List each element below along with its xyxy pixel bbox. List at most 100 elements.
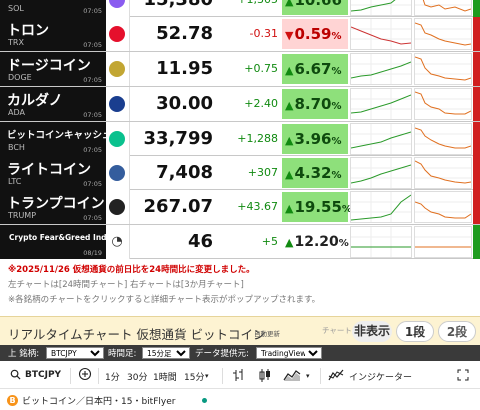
coin-name-cell: トロン TRX 07:05	[0, 17, 106, 51]
cardano-icon	[109, 96, 125, 112]
indicators-button[interactable]: インジケーター	[349, 370, 412, 383]
coin-symbol: BCH	[8, 143, 25, 152]
two-row-button[interactable]: 2段	[438, 321, 476, 342]
coin-name: ライトコイン	[7, 162, 91, 178]
percent-value: 3.96	[294, 130, 332, 148]
symbol-select[interactable]: BTCJPY	[46, 347, 104, 359]
crypto-row: SOL 07:05 15,380 +1,305 ▲10.66	[0, 0, 480, 17]
note-popup-hint: ※各銘柄のチャートをクリックすると詳細チャート表示がポップアップされます。	[8, 295, 321, 305]
interval-30m[interactable]: 30分	[127, 370, 147, 383]
coin-change-percent: ▼0.59%	[282, 19, 348, 49]
coin-change-percent: ▲12.20%	[282, 227, 349, 257]
trend-arrow-icon: ▲	[285, 134, 294, 147]
interval-1m[interactable]: 1分	[105, 370, 120, 383]
coin-price: 15,380	[131, 0, 213, 17]
bar-style-icon[interactable]	[232, 368, 245, 386]
coin-change: +2.40	[244, 97, 278, 110]
update-time: 07:05	[83, 7, 102, 15]
chart-3m[interactable]	[414, 0, 472, 16]
update-time: 07:05	[83, 146, 102, 154]
indicators-icon[interactable]	[328, 368, 344, 385]
dogecoin-icon	[109, 61, 125, 77]
coin-icon-cell	[106, 87, 130, 121]
chart-24h[interactable]	[350, 88, 412, 120]
chart-24h[interactable]	[350, 0, 412, 16]
coin-price: 30.00	[156, 93, 213, 114]
trend-strip	[473, 52, 480, 86]
coin-symbol: TRUMP	[8, 211, 37, 220]
one-row-button[interactable]: 1段	[396, 321, 434, 342]
chart-controls-bar: 上 銘柄: BTCJPY 時間足: 15分足 データ提供元: TradingVi…	[0, 345, 480, 361]
coin-symbol: TRX	[8, 38, 24, 47]
legend-text: ビットコイン／日本円・15・bitFlyer	[22, 397, 176, 407]
percent-sign: %	[331, 170, 342, 181]
chart-3m[interactable]	[414, 88, 472, 120]
coin-change: +43.67	[237, 200, 278, 213]
update-time: 07:05	[83, 214, 102, 222]
bitcoin-icon: B	[7, 395, 18, 406]
note-chart-legend: 左チャートは[24時間チャート] 右チャートは[3か月チャート]	[8, 280, 244, 290]
percent-value: 4.32	[294, 164, 332, 182]
coin-icon-cell	[106, 156, 130, 190]
candlestick-icon[interactable]	[258, 368, 272, 386]
trend-strip	[473, 87, 480, 121]
trend-arrow-icon: ▲	[285, 236, 294, 249]
coin-icon-cell	[106, 17, 130, 51]
coin-name: カルダノ	[7, 93, 63, 109]
chart-3m[interactable]	[414, 53, 472, 85]
toolbar-symbol[interactable]: BTCJPY	[25, 370, 61, 380]
add-symbol-icon[interactable]	[78, 367, 92, 384]
chart-24h[interactable]	[350, 53, 412, 85]
trend-arrow-icon: ▼	[285, 29, 294, 42]
coin-change-percent: ▲8.70%	[282, 89, 348, 119]
trend-strip	[473, 0, 480, 17]
chart-24h[interactable]	[350, 226, 412, 258]
trend-strip	[473, 17, 480, 51]
auto-refresh-label: 自動更新	[254, 330, 280, 338]
update-time: 08/19	[83, 249, 102, 257]
chart-24h[interactable]	[350, 123, 412, 155]
litecoin-icon	[109, 165, 125, 181]
realtime-chart-title: リアルタイムチャート 仮想通貨 ビットコイン	[8, 327, 266, 342]
percent-value: 6.67	[294, 60, 332, 78]
chart-3m[interactable]	[414, 191, 472, 223]
expand-icon[interactable]	[457, 369, 469, 384]
chart-display-label: チャート	[322, 326, 352, 335]
chart-24h[interactable]	[350, 18, 412, 50]
coin-change: +307	[247, 166, 278, 179]
interval-1h[interactable]: 1時間	[153, 370, 177, 383]
interval-select[interactable]: 15分足	[142, 347, 190, 359]
coin-name: トロン	[7, 23, 49, 39]
trend-arrow-icon: ▲	[285, 64, 294, 77]
provider-select[interactable]: TradingView	[256, 347, 322, 359]
coin-name: Crypto Fear&Greed Index	[9, 233, 117, 242]
coin-name: ドージコイン	[7, 58, 91, 74]
toolbar-separator	[70, 368, 71, 384]
chart-legend: B ビットコイン／日本円・15・bitFlyer	[0, 390, 480, 410]
fear-greed-icon: ◔	[111, 234, 123, 249]
percent-sign: %	[338, 238, 349, 249]
hide-chart-button[interactable]: 非表示	[352, 321, 392, 342]
trend-strip	[473, 190, 480, 224]
chart-24h[interactable]	[350, 157, 412, 189]
chevron-down-icon[interactable]: ▾	[306, 372, 310, 380]
coin-name-cell: ドージコイン DOGE 07:05	[0, 52, 106, 86]
trend-strip	[473, 156, 480, 190]
chart-3m[interactable]	[414, 157, 472, 189]
coin-price: 267.07	[143, 196, 213, 217]
coin-price: 52.78	[156, 23, 213, 44]
chart-3m[interactable]	[414, 226, 472, 258]
tradingview-toolbar: BTCJPY 1分 30分 1時間 15分 ▾ ▾ インジケーター	[0, 363, 480, 389]
chart-3m[interactable]	[414, 18, 472, 50]
coin-change-percent: ▲19.55%	[282, 192, 352, 222]
toolbar-separator	[98, 368, 99, 384]
chart-24h[interactable]	[350, 191, 412, 223]
coin-price: 46	[187, 231, 213, 252]
interval-15m[interactable]: 15分	[184, 370, 204, 383]
coin-icon-cell: ◔	[106, 225, 130, 259]
chart-3m[interactable]	[414, 123, 472, 155]
chevron-down-icon[interactable]: ▾	[205, 372, 209, 380]
solana-icon	[109, 0, 125, 8]
search-icon[interactable]	[10, 369, 21, 383]
area-chart-icon[interactable]	[283, 368, 301, 385]
